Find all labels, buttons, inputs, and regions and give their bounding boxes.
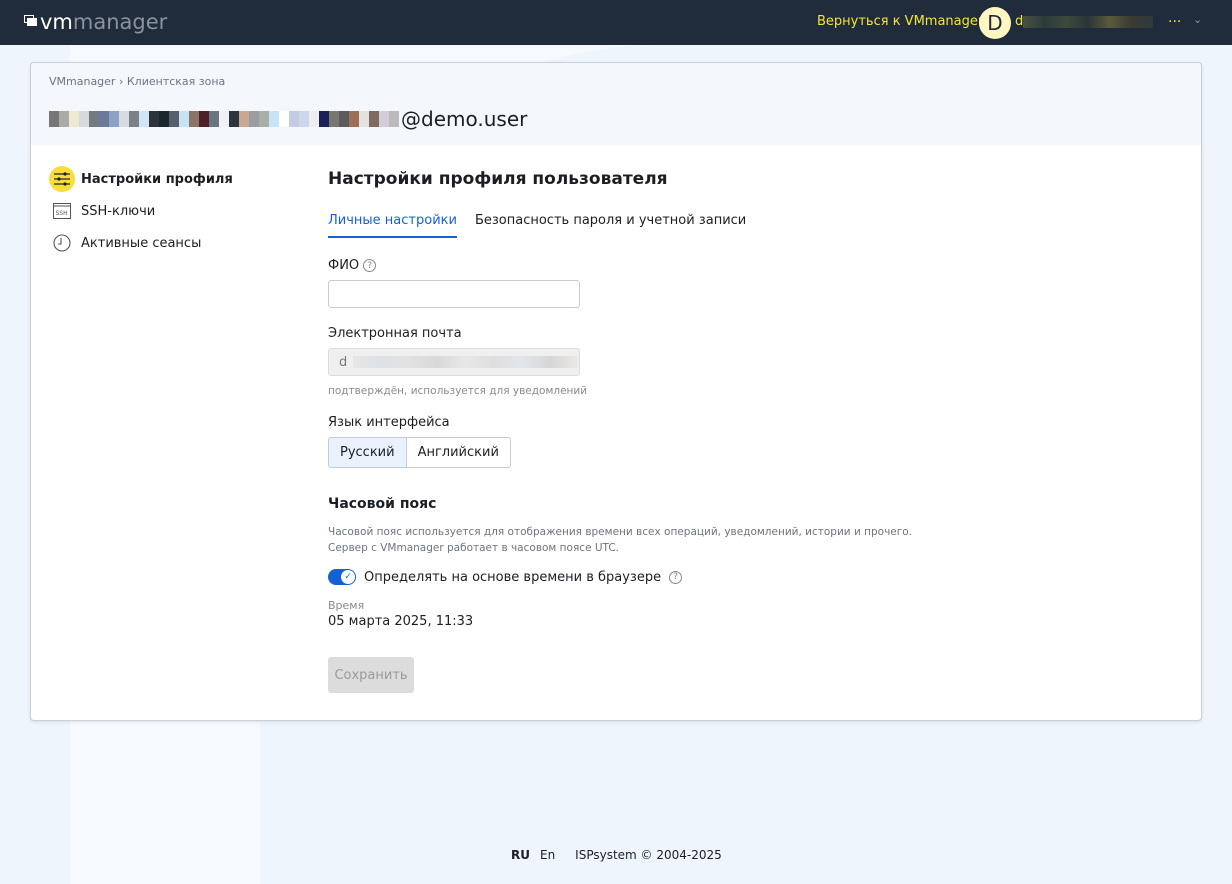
- section-title: Настройки профиля пользователя: [328, 169, 668, 189]
- timezone-desc-line: Часовой пояс используется для отображени…: [328, 526, 913, 538]
- language-label: Язык интерфейса: [328, 415, 450, 430]
- fio-label-text: ФИО: [328, 258, 360, 273]
- lang-ru-link[interactable]: RU: [511, 848, 530, 862]
- page-title: @demo.user: [49, 107, 527, 131]
- language-selector: Русский Английский: [328, 437, 928, 468]
- timezone-description: Часовой пояс используется для отображени…: [328, 524, 928, 556]
- sidebar-item-label: SSH-ключи: [81, 203, 156, 219]
- email-hint: подтверждён, используется для уведомлени…: [328, 385, 588, 397]
- timezone-auto-row: Определять на основе времени в браузере …: [328, 569, 928, 585]
- sidebar-item-active-sessions[interactable]: Активные сеансы: [49, 227, 233, 259]
- logo-icon: [27, 18, 37, 26]
- tab-personal-settings[interactable]: Личные настройки: [328, 213, 457, 238]
- top-bar: vm manager Вернуться к VMmanager D d ... …: [0, 0, 1232, 45]
- timezone-auto-toggle[interactable]: [328, 569, 356, 585]
- chevron-down-icon[interactable]: ⌄: [1193, 13, 1202, 26]
- timezone-desc-line: Сервер с VMmanager работает в часовом по…: [328, 542, 620, 554]
- ssh-icon: SSH: [49, 198, 75, 224]
- email-label: Электронная почта: [328, 326, 462, 341]
- email-redacted: [353, 356, 579, 368]
- user-name-redacted: [1023, 15, 1154, 28]
- logo-text: manager: [72, 10, 168, 34]
- user-login: @demo.user: [401, 107, 528, 131]
- tab-security[interactable]: Безопасность пароля и учетной записи: [475, 213, 746, 238]
- language-option-russian[interactable]: Русский: [328, 437, 407, 468]
- avatar[interactable]: D: [979, 7, 1011, 39]
- email-value: d: [339, 354, 348, 370]
- time-value: 05 марта 2025, 11:33: [328, 614, 474, 629]
- logo-text: vm: [40, 10, 73, 34]
- more-indicator: ...: [1168, 10, 1182, 26]
- profile-card: VMmanager › Клиентская зона @demo.user Н…: [30, 62, 1202, 721]
- timezone-auto-label: Определять на основе времени в браузере: [364, 569, 662, 585]
- email-field: d: [328, 348, 580, 376]
- breadcrumb-separator: ›: [118, 75, 124, 88]
- user-name: d: [1015, 14, 1024, 29]
- logo[interactable]: vm manager: [27, 10, 167, 34]
- copyright: ISPsystem © 2004-2025: [575, 848, 722, 862]
- breadcrumb-client-zone[interactable]: Клиентская зона: [127, 75, 225, 88]
- breadcrumb-vmmanager[interactable]: VMmanager: [49, 75, 115, 88]
- help-icon[interactable]: ?: [363, 259, 377, 272]
- time-label: Время: [328, 599, 365, 612]
- sidebar-item-label: Активные сеансы: [81, 235, 202, 251]
- sidebar-item-ssh-keys[interactable]: SSH SSH-ключи: [49, 195, 233, 227]
- back-to-vmmanager-link[interactable]: Вернуться к VMmanager: [817, 14, 983, 29]
- timezone-title: Часовой пояс: [328, 496, 437, 512]
- user-menu[interactable]: d: [1015, 14, 1154, 29]
- user-name-redacted: [49, 111, 399, 127]
- footer: RU En ISPsystem © 2004-2025: [511, 848, 722, 862]
- sidebar-item-label: Настройки профиля: [81, 171, 233, 187]
- lang-en-link[interactable]: En: [540, 848, 555, 862]
- language-option-english[interactable]: Английский: [406, 437, 511, 468]
- fio-field[interactable]: [328, 280, 580, 308]
- fio-label: ФИО?: [328, 258, 928, 273]
- clock-icon: [49, 230, 75, 256]
- profile-form: Настройки профиля пользователя Личные на…: [328, 169, 928, 693]
- svg-text:SSH: SSH: [56, 210, 68, 217]
- help-icon[interactable]: ?: [669, 570, 683, 584]
- sliders-icon: [49, 166, 75, 192]
- save-button[interactable]: Сохранить: [328, 657, 414, 693]
- breadcrumb: VMmanager › Клиентская зона: [49, 75, 225, 88]
- sidebar-item-profile-settings[interactable]: Настройки профиля: [49, 163, 233, 195]
- sidebar: Настройки профиля SSH SSH-ключи Активные…: [49, 163, 233, 259]
- tabs: Личные настройки Безопасность пароля и у…: [328, 213, 928, 238]
